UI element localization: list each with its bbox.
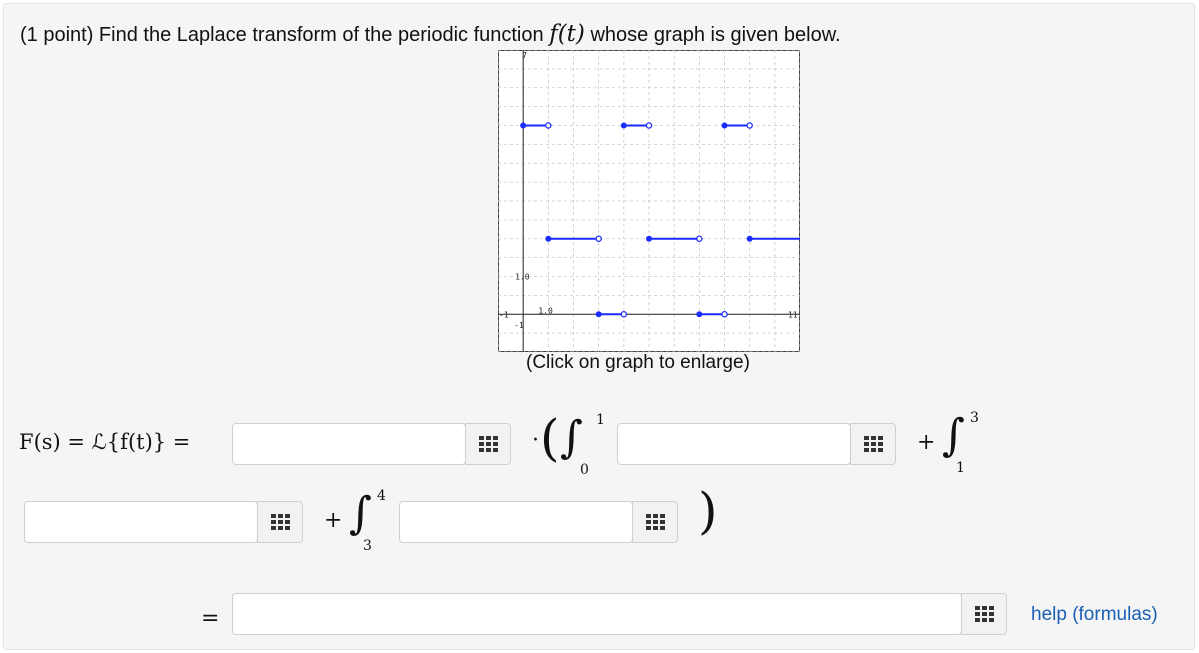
closed-endpoint [545,235,552,242]
tick-label-x-right: 11 [788,310,798,319]
integral-sign: ∫ [560,412,583,463]
closed-endpoint [696,311,703,318]
problem-panel: (1 point) Find the Laplace transform of … [3,3,1195,650]
keypad-icon [863,436,883,452]
integral-lower: 1 [956,460,965,476]
keypad-icon [645,514,665,530]
integral-sign: ∫ [942,410,965,461]
answer-input-5[interactable] [232,593,962,635]
open-endpoint [620,310,628,318]
answer-input-1[interactable] [232,423,466,465]
open-endpoint [721,310,728,318]
tick-label-y-bottom: -1 [514,321,524,330]
open-endpoint [595,235,602,242]
answer-input-4[interactable] [399,501,633,543]
closed-endpoint [721,122,728,129]
question-prefix: (1 point) Find the Laplace transform of … [20,24,550,46]
closed-endpoint [746,235,753,242]
dot-operator: · [532,428,539,453]
keypad-icon [974,606,994,622]
question-text: (1 point) Find the Laplace transform of … [20,21,841,47]
keypad-button-2[interactable] [850,423,896,465]
open-endpoint [746,122,753,129]
graph-svg[interactable]: 7 1.0 1.0 -1 11 -1 [497,49,801,353]
keypad-icon [478,436,498,452]
plus-operator: + [917,430,936,455]
integral-1-3: ∫ 3 1 [942,410,982,476]
equals-sign: = [201,606,220,631]
answer-input-2[interactable] [617,423,851,465]
tick-label-y-top: 7 [522,51,527,60]
integral-lower: 0 [580,462,589,478]
open-paren: ( [540,409,560,467]
keypad-button-3[interactable] [257,501,303,543]
open-endpoint [645,122,653,129]
integral-lower: 3 [363,538,372,554]
keypad-button-1[interactable] [465,423,511,465]
open-endpoint [696,235,703,242]
keypad-button-4[interactable] [632,501,678,543]
closed-endpoint [620,122,627,129]
integral-3-4: ∫ 4 3 [349,488,389,554]
question-function: f(t) [549,21,585,47]
integral-upper: 1 [596,412,605,428]
keypad-icon [270,514,290,530]
tick-label-y-mid: 1.0 [515,273,530,282]
graph-caption[interactable]: (Click on graph to enlarge) [526,352,750,374]
keypad-button-5[interactable] [961,593,1007,635]
question-suffix: whose graph is given below. [584,24,841,46]
laplace-lhs: F(s) = ℒ{f(t)} = [19,430,191,454]
integral-sign: ∫ [349,488,372,539]
closed-endpoint [595,311,602,318]
closed-endpoint [646,235,652,242]
integral-upper: 3 [970,410,979,426]
integral-upper: 4 [377,488,386,504]
closed-endpoint [520,122,527,129]
open-endpoint [545,122,552,129]
plus-operator: + [324,508,343,533]
help-formulas-link[interactable]: help (formulas) [1031,604,1158,626]
answer-input-3[interactable] [24,501,258,543]
tick-label-x-mid: 1.0 [538,306,553,315]
tick-label-x-left: -1 [499,310,509,319]
function-graph[interactable]: 7 1.0 1.0 -1 11 -1 [497,49,801,353]
integral-0-1: ∫ 1 0 [560,412,605,478]
close-paren: ) [698,482,718,540]
